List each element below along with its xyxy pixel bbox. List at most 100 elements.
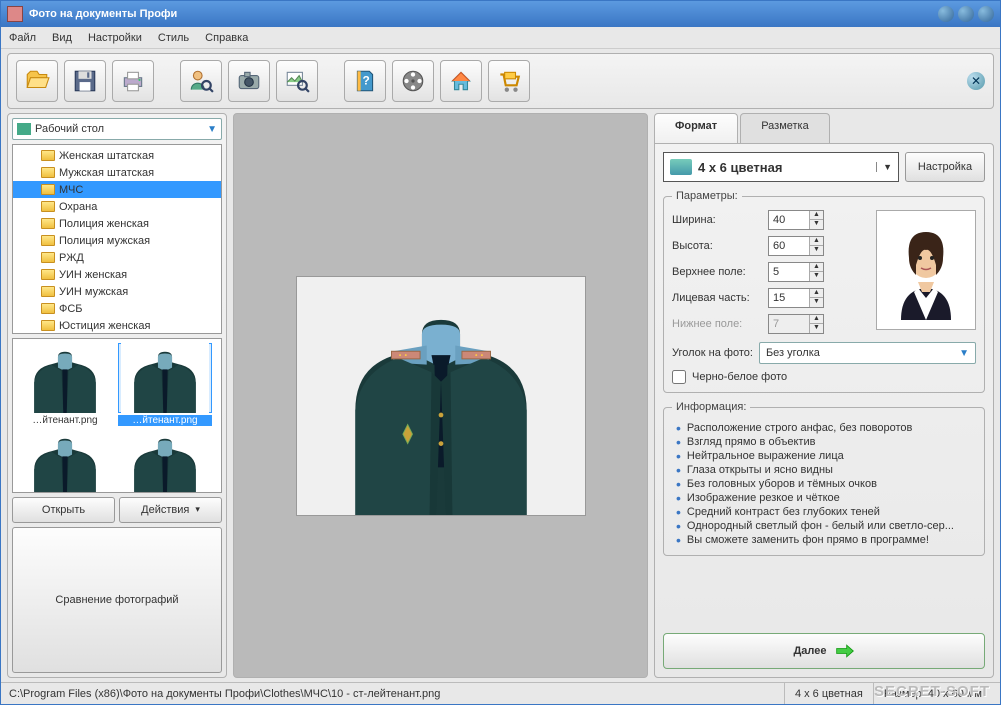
info-item: Вы сможете заменить фон прямо в программ…	[676, 533, 976, 547]
photo-zoom-button[interactable]	[276, 60, 318, 102]
svg-text:?: ?	[362, 73, 369, 87]
top-margin-spinner[interactable]: ▲▼	[768, 262, 824, 282]
portrait-icon	[886, 220, 966, 320]
person-search-button[interactable]	[180, 60, 222, 102]
tree-item[interactable]: МЧС	[13, 181, 221, 198]
cart-button[interactable]	[488, 60, 530, 102]
info-item: Изображение резкое и чёткое	[676, 491, 976, 505]
menu-help[interactable]: Справка	[205, 32, 248, 44]
folder-tree[interactable]: Женская штатскаяМужская штатскаяМЧСОхран…	[12, 144, 222, 334]
info-legend: Информация:	[672, 401, 750, 413]
folder-icon	[41, 201, 55, 212]
format-settings-button[interactable]: Настройка	[905, 152, 985, 182]
image-magnify-icon	[284, 68, 310, 94]
save-button[interactable]	[64, 60, 106, 102]
next-button[interactable]: Далее	[663, 633, 985, 669]
video-button[interactable]	[392, 60, 434, 102]
bottom-margin-spinner: ▲▼	[768, 314, 824, 334]
actions-button[interactable]: Действия	[119, 497, 222, 523]
folder-icon	[41, 286, 55, 297]
tree-item[interactable]: УИН женская	[13, 266, 221, 283]
info-item: Средний контраст без глубоких теней	[676, 505, 976, 519]
tree-item[interactable]: Охрана	[13, 198, 221, 215]
toolbar-close-icon[interactable]: ✕	[967, 72, 985, 90]
open-button[interactable]: Открыть	[12, 497, 115, 523]
corner-label: Уголок на фото:	[672, 347, 753, 359]
thumbnail[interactable]: …йтенант.png	[17, 343, 113, 426]
bw-label: Черно-белое фото	[692, 371, 787, 383]
folder-icon	[41, 269, 55, 280]
thumbnail[interactable]: 12 - майор.png	[117, 430, 213, 493]
chevron-down-icon: ▼	[959, 348, 969, 359]
tree-item[interactable]: Полиция женская	[13, 215, 221, 232]
height-spinner[interactable]: ▲▼	[768, 236, 824, 256]
menu-settings[interactable]: Настройки	[88, 32, 142, 44]
minimize-button[interactable]	[938, 6, 954, 22]
tree-item[interactable]: Мужская штатская	[13, 164, 221, 181]
menu-file[interactable]: Файл	[9, 32, 36, 44]
tab-layout[interactable]: Разметка	[740, 113, 830, 143]
tree-item[interactable]: Женская штатская	[13, 147, 221, 164]
width-spinner[interactable]: ▲▼	[768, 210, 824, 230]
sample-portrait	[876, 210, 976, 330]
parameters-legend: Параметры:	[672, 190, 742, 202]
info-item: Без головных уборов и тёмных очков	[676, 477, 976, 491]
open-folder-button[interactable]	[16, 60, 58, 102]
toolbar: ? ✕	[7, 53, 994, 109]
face-spinner[interactable]: ▲▼	[768, 288, 824, 308]
desktop-icon	[17, 123, 31, 135]
location-combo[interactable]: Рабочий стол ▼	[12, 118, 222, 140]
thumbnail-grid[interactable]: …йтенант.png…йтенант.png… капитан.png12 …	[12, 338, 222, 493]
format-combo[interactable]: 4 x 6 цветная ▼	[663, 152, 899, 182]
format-icon	[670, 159, 692, 175]
window-title: Фото на документы Профи	[29, 8, 934, 20]
maximize-button[interactable]	[958, 6, 974, 22]
app-icon	[7, 6, 23, 22]
tab-format[interactable]: Формат	[654, 113, 738, 143]
folder-icon	[41, 252, 55, 263]
location-combo-label: Рабочий стол	[35, 123, 104, 135]
left-panel: Рабочий стол ▼ Женская штатскаяМужская ш…	[7, 113, 227, 678]
status-format: 4 x 6 цветная	[785, 683, 874, 704]
tree-item[interactable]: РЖД	[13, 249, 221, 266]
book-help-icon: ?	[352, 68, 378, 94]
preview-area	[233, 113, 648, 678]
camera-button[interactable]	[228, 60, 270, 102]
chevron-down-icon: ▼	[876, 162, 892, 172]
tree-item[interactable]: Юстиция женская	[13, 317, 221, 334]
home-button[interactable]	[440, 60, 482, 102]
tree-item[interactable]: Полиция мужская	[13, 232, 221, 249]
watermark: SECRET-SOFT	[874, 683, 990, 700]
floppy-icon	[72, 68, 98, 94]
film-reel-icon	[400, 68, 426, 94]
thumbnail[interactable]: …йтенант.png	[117, 343, 213, 426]
info-item: Расположение строго анфас, без поворотов	[676, 421, 976, 435]
thumbnail[interactable]: … капитан.png	[17, 430, 113, 493]
info-item: Взгляд прямо в объектив	[676, 435, 976, 449]
parameters-group: Параметры: Ширина:▲▼ Высота:▲▼ Верхнее п…	[663, 190, 985, 393]
status-path: C:\Program Files (x86)\Фото на документы…	[9, 683, 785, 704]
help-book-button[interactable]: ?	[344, 60, 386, 102]
menu-style[interactable]: Стиль	[158, 32, 189, 44]
close-button[interactable]	[978, 6, 994, 22]
info-item: Нейтральное выражение лица	[676, 449, 976, 463]
folder-icon	[41, 184, 55, 195]
corner-combo[interactable]: Без уголка ▼	[759, 342, 976, 364]
info-group: Информация: Расположение строго анфас, б…	[663, 401, 985, 556]
menu-view[interactable]: Вид	[52, 32, 72, 44]
print-button[interactable]	[112, 60, 154, 102]
folder-icon	[41, 303, 55, 314]
info-list: Расположение строго анфас, без поворотов…	[672, 421, 976, 547]
statusbar: C:\Program Files (x86)\Фото на документы…	[1, 682, 1000, 704]
tree-item[interactable]: УИН мужская	[13, 283, 221, 300]
folder-icon	[41, 235, 55, 246]
app-window: Фото на документы Профи Файл Вид Настрой…	[0, 0, 1001, 705]
info-item: Однородный светлый фон - белый или светл…	[676, 519, 976, 533]
tree-item[interactable]: ФСБ	[13, 300, 221, 317]
uniform-preview	[296, 276, 586, 516]
bw-checkbox[interactable]	[672, 370, 686, 384]
chevron-down-icon: ▼	[207, 124, 217, 135]
folder-open-icon	[24, 68, 50, 94]
compare-button[interactable]: Сравнение фотографий	[12, 527, 222, 674]
folder-icon	[41, 320, 55, 331]
